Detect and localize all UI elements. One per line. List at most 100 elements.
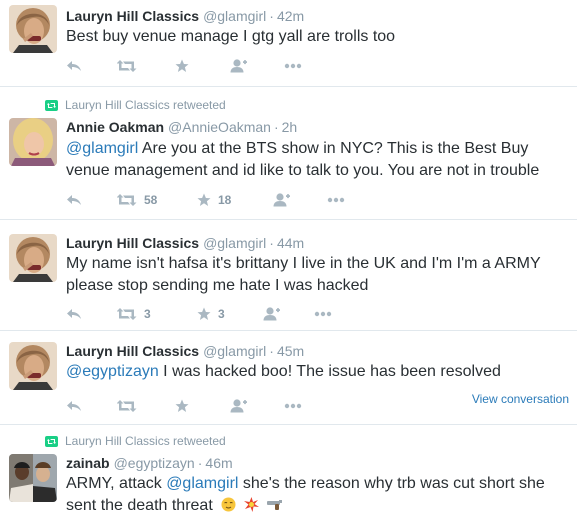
mention-link[interactable]: @glamgirl: [166, 475, 238, 492]
add-user-icon: [229, 399, 247, 413]
tweet-header: Lauryn Hill Classics @glamgirl · 42m: [66, 8, 304, 24]
retweet-context-icon: [45, 436, 58, 447]
mention-link[interactable]: @egyptizayn: [66, 363, 159, 380]
more-dots-icon: [314, 311, 332, 317]
tweet-text: ARMY, attack @glamgirl she's the reason …: [66, 473, 562, 517]
tweet-text-line: please stop sending me hate I was hacked: [66, 277, 369, 294]
tweet-text: My name isn't hafsa it's brittany I live…: [66, 253, 562, 297]
more-button[interactable]: [314, 305, 332, 323]
retweet-button[interactable]: 58: [117, 191, 157, 209]
reply-button[interactable]: [66, 57, 82, 75]
tweet-header: Lauryn Hill Classics @glamgirl · 44m: [66, 235, 304, 251]
retweet-context-label[interactable]: Lauryn Hill Classics retweeted: [65, 434, 226, 448]
avatar[interactable]: [9, 118, 57, 166]
retweet-context: Lauryn Hill Classics retweeted: [45, 98, 226, 112]
retweet-button[interactable]: [117, 57, 137, 75]
separator-dot: ·: [269, 8, 274, 24]
star-icon: [175, 59, 189, 73]
separator-dot: ·: [269, 235, 274, 251]
tweet-header: zainab @egyptizayn · 46m: [66, 455, 233, 471]
tweet-text-line: venue management and id like to talk to …: [66, 162, 540, 179]
more-button[interactable]: [284, 397, 302, 415]
separator-dot: ·: [197, 455, 203, 471]
add-user-icon: [229, 59, 247, 73]
avatar[interactable]: [9, 342, 57, 390]
retweet-button[interactable]: [117, 397, 137, 415]
view-conversation-link[interactable]: View conversation: [472, 392, 569, 406]
tweet-timeline: Lauryn Hill Classics @glamgirl · 42m Bes…: [0, 0, 577, 526]
tweet-header: Annie Oakman @AnnieOakman · 2h: [66, 119, 297, 135]
retweet-count: 3: [144, 307, 151, 321]
retweet-icon: [117, 194, 137, 206]
retweet-button[interactable]: 3: [117, 305, 151, 323]
tweet-header: Lauryn Hill Classics @glamgirl · 45m: [66, 343, 304, 359]
tweet-text-line: Are you at the BTS show in NYC? This is …: [138, 140, 529, 157]
avatar[interactable]: [9, 454, 57, 502]
favorite-button[interactable]: [175, 57, 189, 75]
fullname[interactable]: Lauryn Hill Classics: [66, 343, 199, 359]
star-icon: [175, 399, 189, 413]
tweet-item[interactable]: Lauryn Hill Classics @glamgirl · 44m My …: [0, 220, 577, 331]
more-button[interactable]: [327, 191, 345, 209]
timestamp[interactable]: 46m: [205, 455, 232, 471]
tweet-text-line: she's the reason why trb was cut short s…: [238, 475, 545, 492]
more-button[interactable]: [284, 57, 302, 75]
fullname[interactable]: zainab: [66, 455, 110, 471]
reply-icon: [66, 60, 82, 72]
timestamp[interactable]: 42m: [277, 8, 304, 24]
tweet-text-content: Best buy venue manage I gtg yall are tro…: [66, 28, 396, 45]
reply-button[interactable]: [66, 305, 82, 323]
favorite-count: 18: [218, 193, 232, 207]
reply-icon: [66, 400, 82, 412]
avatar[interactable]: [9, 234, 57, 282]
avatar[interactable]: [9, 5, 57, 53]
tweet-text: @glamgirl Are you at the BTS show in NYC…: [66, 138, 562, 182]
mention-link[interactable]: @glamgirl: [66, 140, 138, 157]
fullname[interactable]: Lauryn Hill Classics: [66, 235, 199, 251]
reply-button[interactable]: [66, 397, 82, 415]
retweet-icon: [117, 308, 137, 320]
follow-button[interactable]: [272, 191, 290, 209]
follow-button[interactable]: [229, 57, 247, 75]
tweet-item[interactable]: Lauryn Hill Classics @glamgirl · 45m @eg…: [0, 331, 577, 425]
fullname[interactable]: Annie Oakman: [66, 119, 164, 135]
timestamp[interactable]: 2h: [282, 119, 298, 135]
pistol-emoji: [266, 497, 283, 512]
follow-button[interactable]: [262, 305, 280, 323]
username[interactable]: @glamgirl: [203, 235, 266, 251]
favorite-count: 3: [218, 307, 225, 321]
retweet-context-icon: [45, 100, 58, 111]
timestamp[interactable]: 44m: [277, 235, 304, 251]
favorite-button[interactable]: 3: [197, 305, 225, 323]
username[interactable]: @AnnieOakman: [168, 119, 271, 135]
add-user-icon: [272, 193, 290, 207]
tweet-item[interactable]: Lauryn Hill Classics retweeted zainab @e…: [0, 425, 577, 526]
star-icon: [197, 193, 211, 207]
separator-dot: ·: [273, 119, 279, 135]
relieved-face-emoji: [221, 497, 236, 512]
tweet-item[interactable]: Lauryn Hill Classics @glamgirl · 42m Bes…: [0, 0, 577, 87]
collision-emoji: [243, 497, 259, 512]
follow-button[interactable]: [229, 397, 247, 415]
reply-button[interactable]: [66, 191, 82, 209]
more-dots-icon: [284, 403, 302, 409]
retweet-count: 58: [144, 193, 158, 207]
tweet-text: Best buy venue manage I gtg yall are tro…: [66, 26, 562, 48]
username[interactable]: @egyptizayn: [114, 455, 195, 471]
retweet-context-label[interactable]: Lauryn Hill Classics retweeted: [65, 98, 226, 112]
tweet-item[interactable]: Lauryn Hill Classics retweeted Annie Oak…: [0, 87, 577, 220]
tweet-text-line: ARMY, attack: [66, 475, 167, 492]
tweet-text: @egyptizayn I was hacked boo! The issue …: [66, 361, 562, 383]
retweet-icon: [117, 60, 137, 72]
tweet-text-line: My name isn't hafsa it's brittany I live…: [66, 255, 541, 272]
fullname[interactable]: Lauryn Hill Classics: [66, 8, 199, 24]
favorite-button[interactable]: 18: [197, 191, 231, 209]
retweet-context: Lauryn Hill Classics retweeted: [45, 434, 226, 448]
username[interactable]: @glamgirl: [203, 343, 266, 359]
add-user-icon: [262, 307, 280, 321]
username[interactable]: @glamgirl: [203, 8, 266, 24]
reply-icon: [66, 308, 82, 320]
timestamp[interactable]: 45m: [277, 343, 304, 359]
separator-dot: ·: [269, 343, 274, 359]
favorite-button[interactable]: [175, 397, 189, 415]
